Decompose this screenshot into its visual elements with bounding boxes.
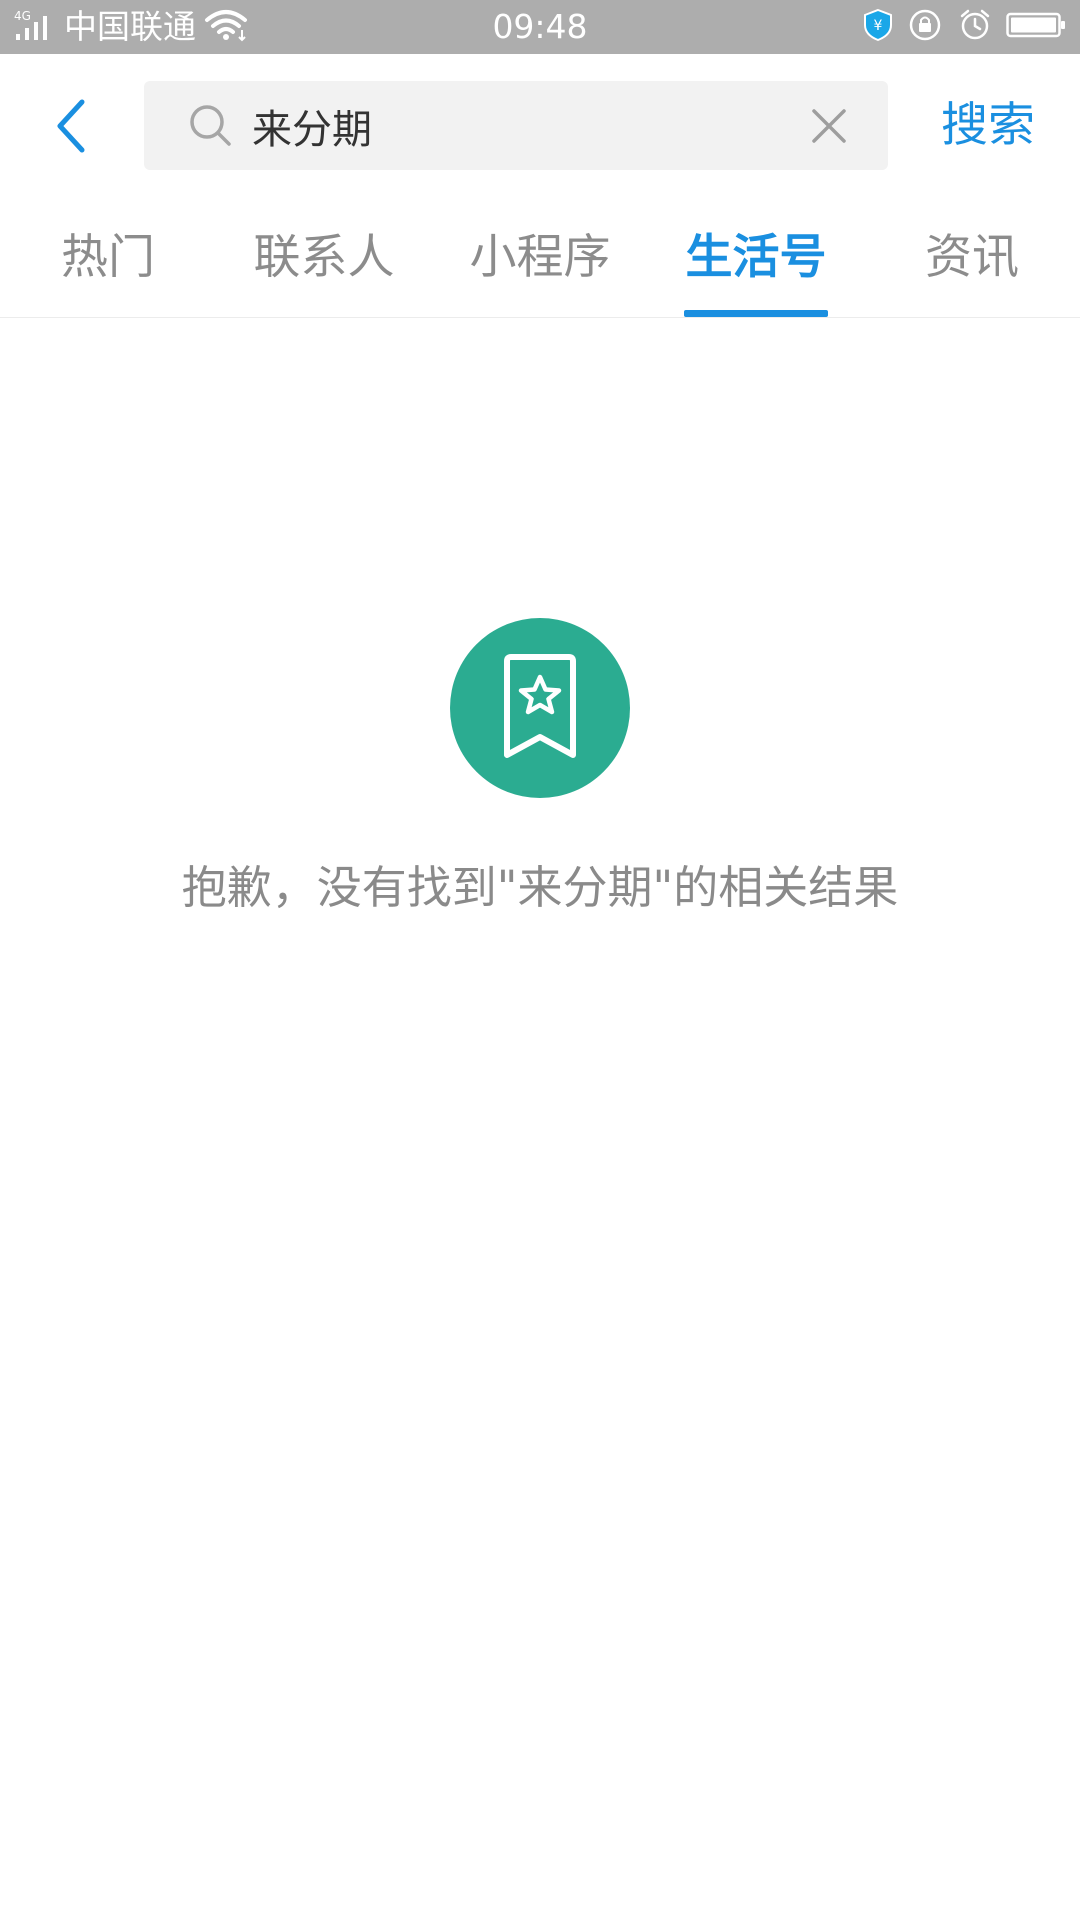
alarm-icon: [958, 8, 992, 46]
chevron-left-icon: [57, 99, 85, 153]
tab-contacts[interactable]: 联系人: [216, 198, 432, 317]
empty-state-icon-circle: [450, 618, 630, 798]
search-icon: [190, 105, 231, 146]
active-tab-indicator: [684, 310, 828, 317]
tab-mini-programs[interactable]: 小程序: [432, 198, 648, 317]
search-results-page: 4G 中国联通 09:48 ¥ 来分期 搜索 热门 联系人 小程序 生活号 资讯…: [0, 0, 1080, 1920]
svg-text:¥: ¥: [874, 18, 883, 34]
payment-shield-icon: ¥: [862, 8, 894, 46]
tab-hot[interactable]: 热门: [0, 198, 216, 317]
result-tabs: 热门 联系人 小程序 生活号 资讯: [0, 198, 1080, 318]
back-button[interactable]: [40, 90, 100, 162]
tab-life-accounts[interactable]: 生活号: [648, 198, 864, 317]
status-bar: 4G 中国联通 09:48 ¥: [0, 0, 1080, 54]
search-box[interactable]: [144, 81, 888, 170]
clear-icon[interactable]: [808, 105, 850, 147]
screen-rotation-lock-icon: [908, 8, 944, 46]
empty-state-message: 抱歉，没有找到"来分期"的相关结果: [181, 861, 899, 914]
tab-news[interactable]: 资讯: [864, 198, 1080, 317]
status-bar-right: ¥: [862, 0, 1066, 54]
battery-icon: [1006, 10, 1066, 44]
search-button[interactable]: 搜索: [918, 90, 1058, 162]
search-header: 搜索: [0, 54, 1080, 198]
search-input[interactable]: [252, 81, 792, 170]
bookmark-star-icon: [504, 654, 576, 758]
